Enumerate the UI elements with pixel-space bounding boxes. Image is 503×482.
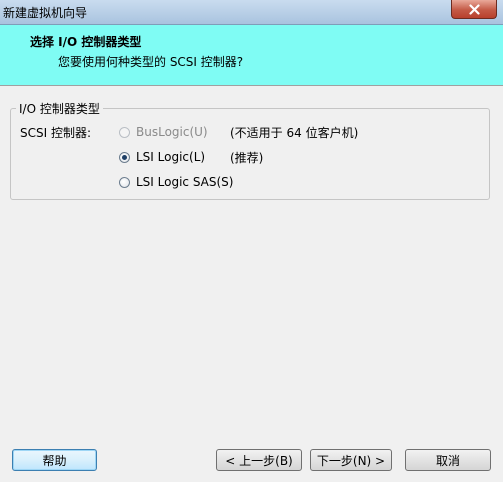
page-title: 选择 I/O 控制器类型 [30, 35, 142, 49]
radio-circle[interactable] [119, 176, 130, 188]
close-button[interactable] [451, 0, 497, 19]
radio-lsi-logic-sas[interactable]: LSI Logic SAS(S) [119, 174, 359, 190]
cancel-button[interactable]: 取消 [405, 449, 491, 471]
groupbox-title: I/O 控制器类型 [16, 100, 103, 117]
radio-label: LSI Logic(L) [136, 150, 206, 164]
radio-circle[interactable] [119, 126, 130, 138]
wizard-header: 选择 I/O 控制器类型 您要使用何种类型的 SCSI 控制器? [0, 25, 503, 86]
help-button[interactable]: 帮助 [12, 449, 97, 471]
close-icon [468, 3, 480, 15]
page-subtitle: 您要使用何种类型的 SCSI 控制器? [58, 55, 244, 69]
radio-circle-selected[interactable] [119, 151, 130, 163]
window-title: 新建虚拟机向导 [3, 6, 88, 20]
back-button[interactable]: < 上一步(B) [216, 449, 302, 471]
buslogic-note: (不适用于 64 位客户机) [230, 126, 359, 140]
title-bar: 新建虚拟机向导 [0, 0, 503, 25]
scsi-controller-label: SCSI 控制器: [20, 126, 92, 140]
lsi-logic-note: (推荐) [230, 151, 264, 165]
radio-label: BusLogic(U) [136, 125, 208, 139]
next-button[interactable]: 下一步(N) > [310, 449, 392, 471]
radio-label: LSI Logic SAS(S) [136, 175, 234, 189]
